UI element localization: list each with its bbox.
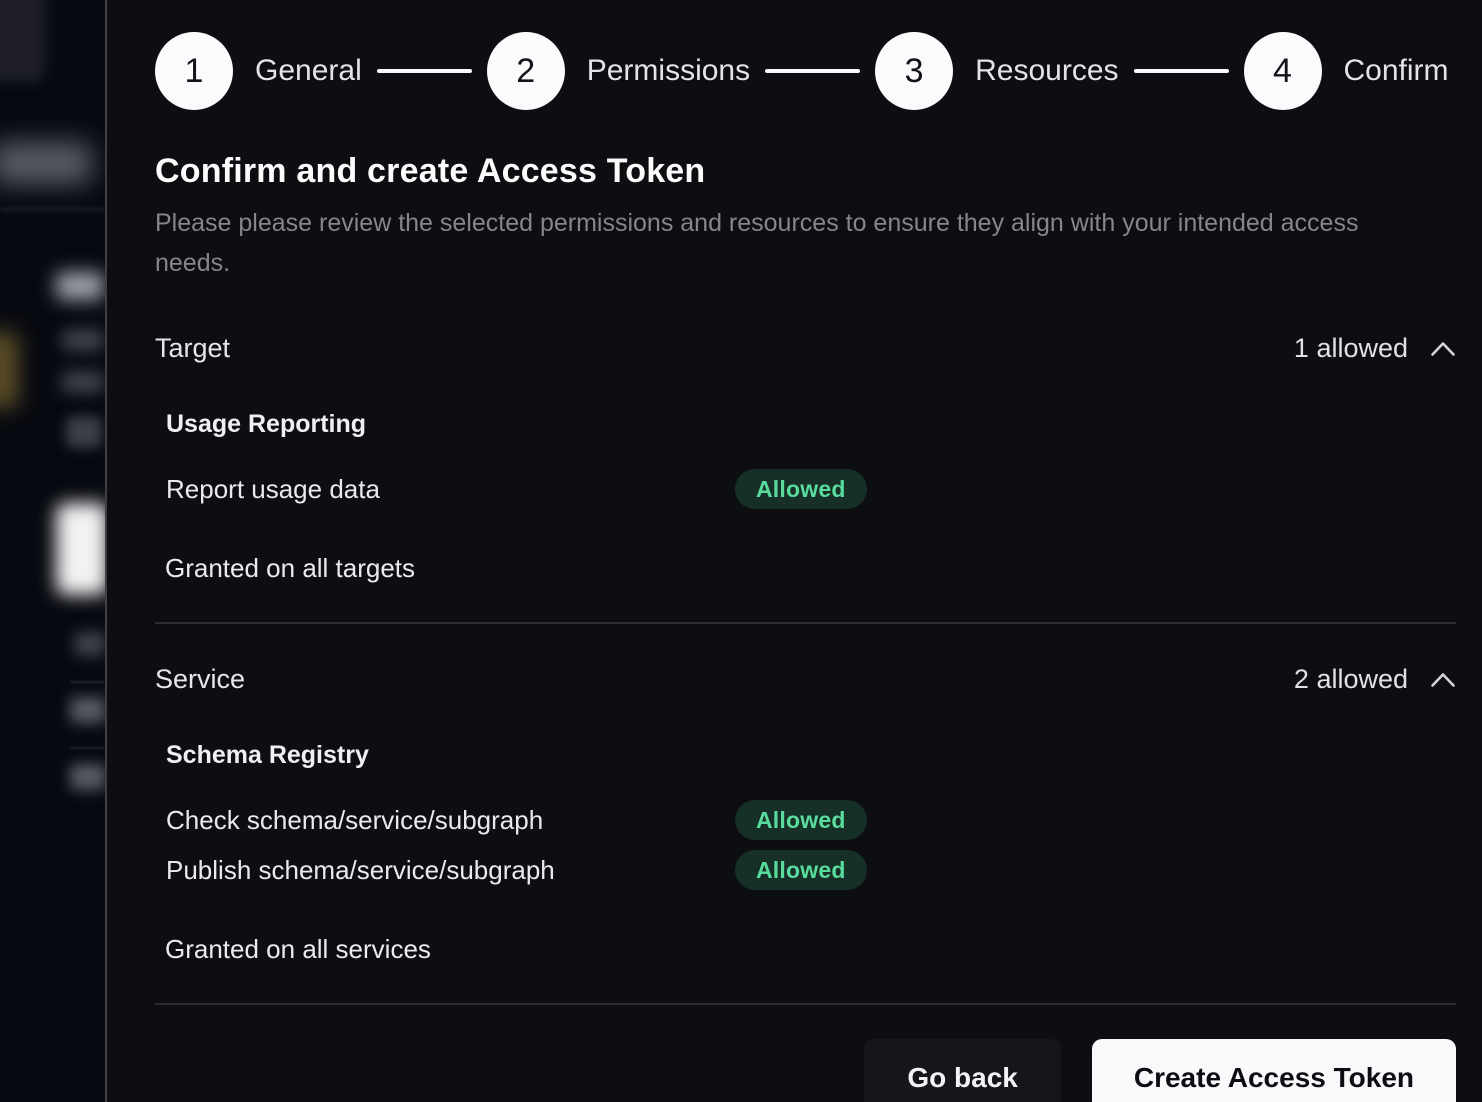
step-permissions[interactable]: 2 Permissions xyxy=(487,32,750,110)
permission-row: Report usage data Allowed xyxy=(166,469,1456,509)
blurred-text xyxy=(56,272,104,300)
step-label: Confirm xyxy=(1344,54,1449,88)
blurred-divider xyxy=(70,747,105,749)
target-section: Target 1 allowed Usage Reporting Report … xyxy=(155,333,1456,584)
permission-row: Check schema/service/subgraph Allowed xyxy=(166,800,1456,840)
granted-note: Granted on all services xyxy=(165,934,1456,965)
step-number-circle: 4 xyxy=(1244,32,1322,110)
permission-group: Usage Reporting Report usage data Allowe… xyxy=(155,410,1456,509)
service-section-header: Service 2 allowed xyxy=(155,664,1456,695)
target-section-header: Target 1 allowed xyxy=(155,333,1456,364)
service-allowed-count: 2 allowed xyxy=(1294,664,1408,695)
permission-group-title: Schema Registry xyxy=(166,741,1456,770)
step-connector xyxy=(1134,69,1229,73)
status-badge: Allowed xyxy=(735,800,867,840)
page-title: Confirm and create Access Token xyxy=(155,152,1456,191)
step-connector xyxy=(377,69,472,73)
create-access-token-modal: 1 General 2 Permissions 3 Resources 4 Co… xyxy=(105,0,1482,1102)
blurred-divider xyxy=(0,208,105,211)
go-back-button[interactable]: Go back xyxy=(864,1039,1060,1102)
blurred-white-card xyxy=(56,503,105,595)
blurred-text xyxy=(62,330,104,350)
step-confirm[interactable]: 4 Confirm xyxy=(1244,32,1449,110)
permission-group: Schema Registry Check schema/service/sub… xyxy=(155,741,1456,890)
status-badge: Allowed xyxy=(735,850,867,890)
step-label: Permissions xyxy=(587,54,750,88)
step-label: General xyxy=(255,54,362,88)
status-badge: Allowed xyxy=(735,469,867,509)
blurred-nav-item xyxy=(0,142,92,184)
step-label: Resources xyxy=(975,54,1118,88)
create-access-token-button[interactable]: Create Access Token xyxy=(1092,1039,1456,1102)
service-section: Service 2 allowed Schema Registry Check … xyxy=(155,664,1456,965)
permission-row: Publish schema/service/subgraph Allowed xyxy=(166,850,1456,890)
granted-note: Granted on all targets xyxy=(165,553,1456,584)
permission-label: Check schema/service/subgraph xyxy=(166,805,735,836)
blurred-text xyxy=(62,372,104,392)
target-collapse-toggle[interactable]: 1 allowed xyxy=(1294,333,1456,364)
target-section-title: Target xyxy=(155,333,230,364)
blurred-text xyxy=(70,764,105,790)
blurred-accent-shape xyxy=(0,332,18,408)
blurred-text xyxy=(74,632,105,656)
permission-label: Report usage data xyxy=(166,474,735,505)
service-collapse-toggle[interactable]: 2 allowed xyxy=(1294,664,1456,695)
footer-divider xyxy=(155,1003,1456,1005)
section-divider xyxy=(155,622,1456,624)
blurred-divider xyxy=(70,681,105,683)
blurred-text xyxy=(70,697,105,723)
step-resources[interactable]: 3 Resources xyxy=(875,32,1118,110)
stepper: 1 General 2 Permissions 3 Resources 4 Co… xyxy=(155,32,1456,110)
chevron-up-icon xyxy=(1430,340,1456,357)
permission-group-title: Usage Reporting xyxy=(166,410,1456,439)
step-number-circle: 3 xyxy=(875,32,953,110)
step-number-circle: 1 xyxy=(155,32,233,110)
step-number-circle: 2 xyxy=(487,32,565,110)
target-allowed-count: 1 allowed xyxy=(1294,333,1408,364)
chevron-up-icon xyxy=(1430,671,1456,688)
blurred-icon xyxy=(66,416,102,448)
step-connector xyxy=(765,69,860,73)
service-section-title: Service xyxy=(155,664,245,695)
blurred-card xyxy=(0,0,46,82)
background-page xyxy=(0,0,105,1102)
footer-actions: Go back Create Access Token xyxy=(155,1039,1456,1102)
page-description: Please please review the selected permis… xyxy=(155,203,1380,283)
permission-label: Publish schema/service/subgraph xyxy=(166,855,735,886)
step-general[interactable]: 1 General xyxy=(155,32,362,110)
